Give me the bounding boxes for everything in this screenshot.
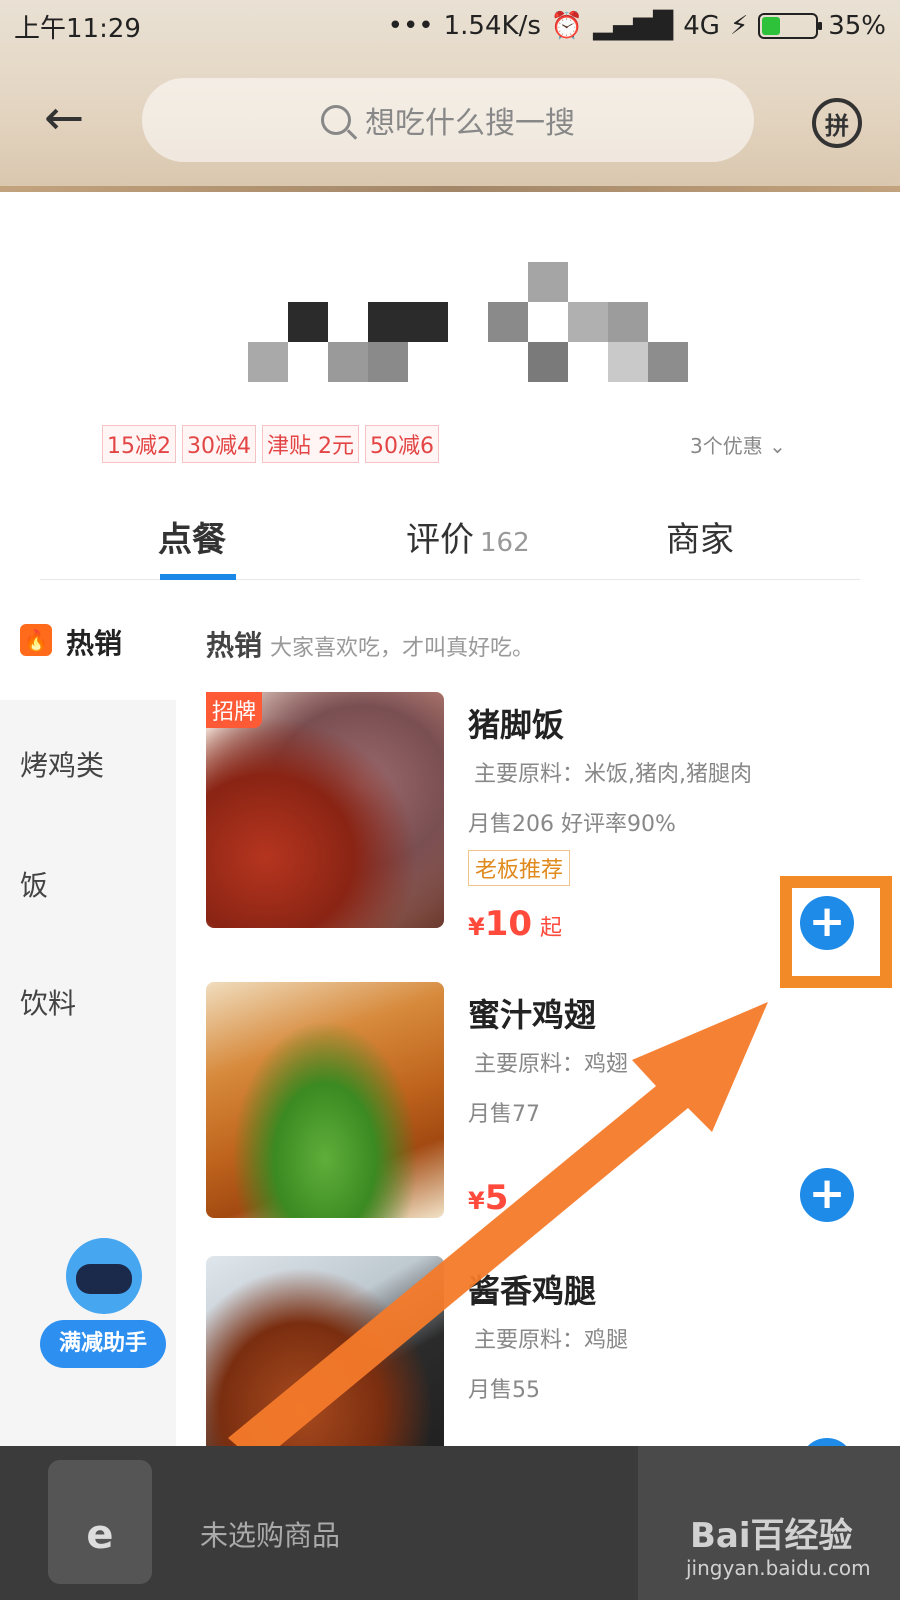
add-to-cart-button[interactable]: + (800, 1168, 854, 1222)
food-ingredients: 主要原料：鸡翅 (474, 1052, 629, 1077)
sidebar-item-hot-label[interactable]: 热销 (66, 622, 122, 662)
sidebar-item-roast-chicken[interactable]: 烤鸡类 (20, 744, 104, 784)
section-subtitle: 大家喜欢吃，才叫真好吃。 (270, 636, 535, 661)
more-dots-icon: ••• (387, 11, 434, 41)
search-placeholder: 想吃什么搜一搜 (365, 106, 575, 141)
review-count: 162 (480, 528, 530, 558)
promo-list: 15减2 30减4 津贴 2元 50减6 (102, 425, 439, 463)
sidebar-item-drinks[interactable]: 饮料 (20, 982, 76, 1022)
alarm-icon: ⏰ (550, 11, 584, 41)
food-image-wings[interactable] (206, 982, 444, 1218)
cart-icon[interactable]: e (48, 1460, 152, 1584)
mosaic-block (368, 342, 408, 382)
promo-badge: 30减4 (182, 425, 256, 463)
assistant-label: 满减助手 (40, 1320, 166, 1368)
mosaic-block (488, 302, 528, 342)
food-name[interactable]: 酱香鸡腿 (468, 1266, 596, 1312)
price-value: 5 (484, 1178, 509, 1218)
baidu-watermark: Bai百经验 (690, 1516, 853, 1556)
mosaic-block (328, 342, 368, 382)
signal-icon: ▂▄▆█ (593, 11, 674, 41)
status-bar: 上午11:29 ••• 1.54K/s ⏰ ▂▄▆█ 4G ⚡ 35% (0, 0, 900, 52)
robot-visor (76, 1264, 132, 1294)
food-image-drumstick[interactable] (206, 1256, 444, 1476)
search-input[interactable]: 想吃什么搜一搜 (142, 78, 754, 162)
active-tab-indicator (160, 574, 236, 580)
mosaic-block (608, 302, 648, 342)
tab-bar: 点餐 评价 162 商家 (40, 490, 860, 580)
promo-badge: 津贴 2元 (262, 425, 359, 463)
price-value: 10 (484, 904, 533, 944)
back-arrow-icon[interactable]: ← (44, 94, 96, 142)
section-title: 热销 (206, 629, 263, 662)
tab-reviews[interactable]: 评价 162 (406, 512, 530, 561)
mosaic-block (568, 302, 608, 342)
price-suffix: 起 (540, 916, 563, 941)
food-ingredients: 主要原料：鸡腿 (474, 1328, 629, 1353)
food-name[interactable]: 蜜汁鸡翅 (468, 990, 596, 1036)
mosaic-block (288, 302, 328, 342)
tab-merchant[interactable]: 商家 (666, 512, 734, 561)
mosaic-block (528, 342, 568, 382)
food-sales: 月售77 (468, 1102, 540, 1127)
food-sales: 月售55 (468, 1378, 540, 1403)
cart-empty-text: 未选购商品 (200, 1519, 341, 1552)
mosaic-block (648, 342, 688, 382)
food-name[interactable]: 猪脚饭 (468, 700, 564, 746)
price-currency: ¥ (468, 1187, 485, 1215)
flame-icon: 🔥 (20, 624, 52, 656)
header-divider (0, 186, 900, 192)
charging-icon: ⚡ (729, 11, 749, 41)
signature-badge: 招牌 (206, 692, 263, 728)
food-price: ¥5 (468, 1178, 508, 1218)
mosaic-block (608, 342, 648, 382)
group-order-icon[interactable]: 拼 (812, 98, 862, 148)
search-icon (321, 105, 351, 135)
status-time: 上午11:29 (14, 13, 141, 44)
highlight-annotation-box (780, 876, 892, 988)
network-speed: 1.54K/s (443, 11, 541, 41)
baidu-watermark-url: jingyan.baidu.com (686, 1556, 871, 1580)
tab-order[interactable]: 点餐 (158, 512, 226, 561)
promo-more-link[interactable]: 3个优惠 ⌄ (690, 430, 786, 459)
tab-reviews-label: 评价 (406, 520, 474, 560)
battery-fill (762, 17, 781, 35)
status-right: ••• 1.54K/s ⏰ ▂▄▆█ 4G ⚡ 35% (388, 11, 886, 41)
store-name-redacted (248, 262, 708, 390)
food-ingredients: 主要原料：米饭,猪肉,猪腿肉 (474, 762, 752, 787)
battery-percent: 35% (828, 11, 886, 41)
mosaic-block (528, 262, 568, 302)
network-type: 4G (683, 11, 720, 41)
food-price: ¥10 起 (468, 904, 562, 944)
sidebar-item-rice[interactable]: 饭 (20, 864, 48, 904)
food-sales: 月售206 好评率90% (468, 812, 676, 837)
owner-recommend-tag: 老板推荐 (468, 850, 571, 886)
mosaic-block (248, 342, 288, 382)
discount-assistant-button[interactable]: 满减助手 (40, 1238, 166, 1378)
battery-icon (758, 13, 823, 39)
mosaic-block (368, 302, 448, 342)
promo-badge: 50减6 (365, 425, 439, 463)
promo-badge: 15减2 (102, 425, 176, 463)
price-currency: ¥ (468, 913, 485, 941)
